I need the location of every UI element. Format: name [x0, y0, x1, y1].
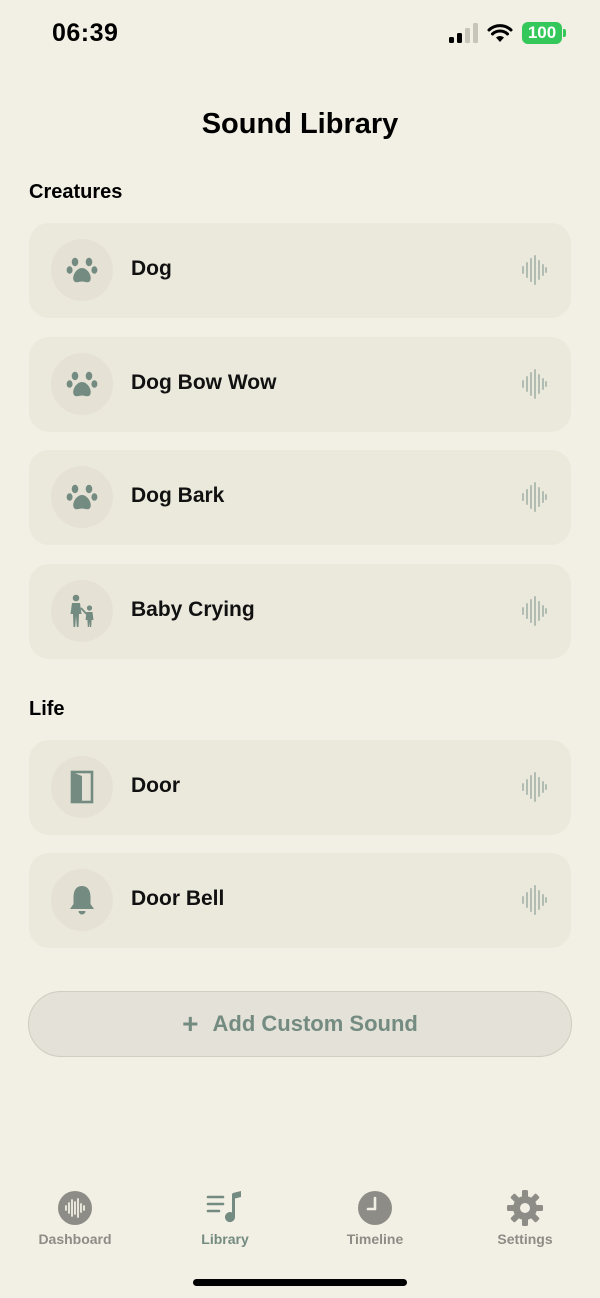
- sound-item-door[interactable]: Door: [29, 740, 571, 835]
- tab-label: Library: [201, 1231, 249, 1247]
- sound-item-label: Baby Crying: [131, 598, 255, 621]
- status-icons: 100: [449, 22, 566, 44]
- gear-icon: [507, 1190, 543, 1226]
- item-icon-container: [51, 353, 113, 415]
- sound-item-label: Door: [131, 774, 180, 797]
- tab-settings[interactable]: Settings: [450, 1185, 600, 1247]
- status-bar: 06:39 100: [0, 0, 600, 70]
- cellular-signal-icon: [449, 23, 478, 43]
- item-icon-container: [51, 756, 113, 818]
- battery-indicator: 100: [522, 22, 566, 44]
- waveform-icon: [522, 369, 547, 399]
- tab-label: Dashboard: [38, 1231, 112, 1247]
- paw-icon: [66, 257, 98, 283]
- status-time: 06:39: [52, 19, 119, 47]
- section-title-creatures: Creatures: [29, 181, 123, 203]
- paw-icon: [66, 371, 98, 397]
- waveform-icon: [522, 885, 547, 915]
- page-title: Sound Library: [201, 108, 399, 140]
- music-list-icon: [206, 1191, 241, 1223]
- item-icon-container: [51, 869, 113, 931]
- add-custom-sound-button[interactable]: + Add Custom Sound: [28, 991, 572, 1057]
- item-icon-container: [51, 239, 113, 301]
- clock-icon: [358, 1191, 392, 1225]
- waveform-icon: [522, 482, 547, 512]
- item-icon-container: [51, 580, 113, 642]
- tab-bar: Dashboard Library Timeline Settings: [0, 1185, 600, 1255]
- sound-item-dog-bark[interactable]: Dog Bark: [29, 450, 571, 545]
- section-title-life: Life: [29, 698, 65, 720]
- paw-icon: [66, 484, 98, 510]
- item-icon-container: [51, 466, 113, 528]
- sound-item-door-bell[interactable]: Door Bell: [29, 853, 571, 948]
- wifi-icon: [487, 24, 513, 42]
- sound-item-label: Dog Bow Wow: [131, 371, 277, 394]
- bell-icon: [70, 886, 94, 915]
- door-icon: [70, 770, 94, 804]
- tab-label: Settings: [497, 1231, 553, 1247]
- sound-item-baby-crying[interactable]: Baby Crying: [29, 564, 571, 659]
- tab-label: Timeline: [346, 1231, 404, 1247]
- sound-item-label: Dog: [131, 257, 172, 280]
- sound-item-label: Door Bell: [131, 887, 225, 910]
- parent-child-icon: [70, 594, 94, 627]
- tab-dashboard[interactable]: Dashboard: [0, 1185, 150, 1247]
- plus-icon: +: [182, 1008, 199, 1039]
- tab-timeline[interactable]: Timeline: [300, 1185, 450, 1247]
- add-custom-sound-label: Add Custom Sound: [212, 1011, 418, 1036]
- sound-item-dog[interactable]: Dog: [29, 223, 571, 318]
- waveform-icon: [522, 255, 547, 285]
- waveform-icon: [522, 772, 547, 802]
- home-indicator: [193, 1279, 407, 1286]
- waveform-circle-icon: [58, 1191, 92, 1225]
- sound-item-dog-bow-wow[interactable]: Dog Bow Wow: [29, 337, 571, 432]
- waveform-icon: [522, 596, 547, 626]
- sound-library-screen: 06:39 100 Sound Library Creatures Dog Do…: [0, 0, 600, 1298]
- tab-library[interactable]: Library: [150, 1185, 300, 1247]
- sound-item-label: Dog Bark: [131, 484, 225, 507]
